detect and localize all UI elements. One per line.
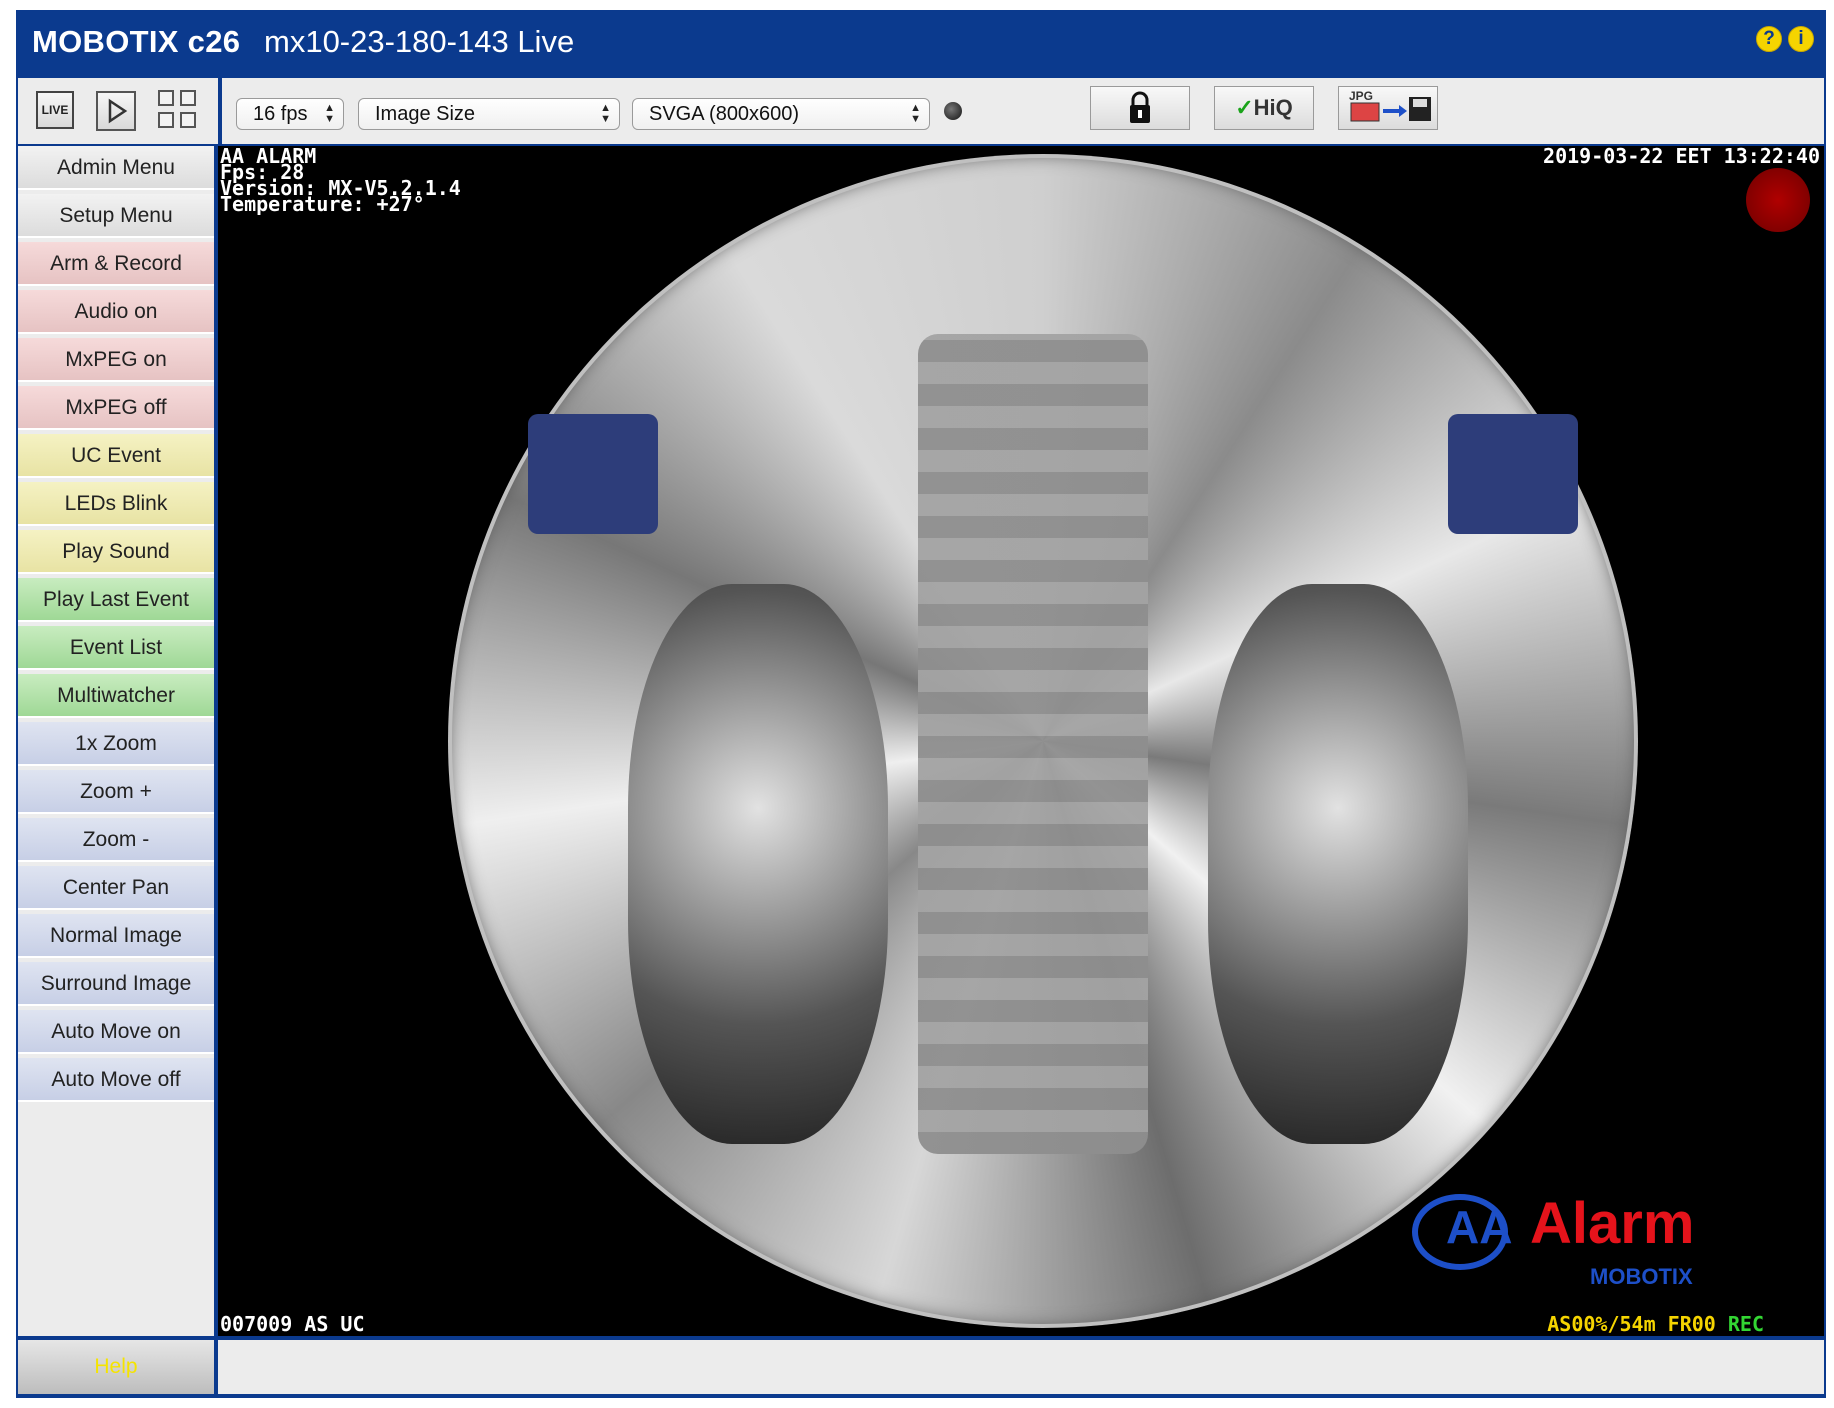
lock-icon xyxy=(1130,91,1150,123)
check-icon: ✓ xyxy=(1235,95,1254,120)
toolbar: LIVE 16 fps ▲ ▼ Image Size ▲ ▼ SVGA (800x6… xyxy=(18,78,1824,144)
sidebar-item-mxpeg-on[interactable]: MxPEG on xyxy=(18,338,214,382)
resolution-value: SVGA (800x600) xyxy=(649,103,800,125)
select-arrows-icon: ▲ ▼ xyxy=(600,102,611,125)
sidebar-menu: Admin Menu Setup Menu Arm & Record Audio… xyxy=(18,146,214,1336)
sidebar-item-play-sound[interactable]: Play Sound xyxy=(18,530,214,574)
resolution-select[interactable]: SVGA (800x600) ▲ ▼ xyxy=(632,98,930,130)
osd-storage-text: AS00%/54m FR00 xyxy=(1547,1312,1728,1336)
sidebar-item-auto-move-off[interactable]: Auto Move off xyxy=(18,1058,214,1102)
image-size-value: Image Size xyxy=(375,103,476,125)
osd-event-code: 007009 AS UC xyxy=(220,1312,365,1336)
grid-icon xyxy=(180,112,196,128)
sidebar-item-surround-image[interactable]: Surround Image xyxy=(18,962,214,1006)
sidebar-item-normal-image[interactable]: Normal Image xyxy=(18,914,214,958)
camera-window: MOBOTIX c26 mx10-23-180-143 Live ? i LIV… xyxy=(16,10,1826,1398)
sidebar-item-zoom-in[interactable]: Zoom + xyxy=(18,770,214,814)
osd-rec-label: REC xyxy=(1727,1312,1764,1336)
hiq-label: HiQ xyxy=(1253,95,1293,120)
save-jpg-button[interactable]: JPG xyxy=(1338,86,1438,130)
logo-word: Alarm xyxy=(1530,1191,1695,1256)
sidebar-item-leds-blink[interactable]: LEDs Blink xyxy=(18,482,214,526)
osd-info: AA ALARM Fps: 28 Version: MX-V5.2.1.4 Te… xyxy=(220,146,461,216)
live-video-view[interactable]: AA ALARM Fps: 28 Version: MX-V5.2.1.4 Te… xyxy=(218,146,1824,1336)
player-button[interactable] xyxy=(96,91,136,131)
lock-button[interactable] xyxy=(1090,86,1190,130)
fisheye-image xyxy=(448,154,1638,1328)
sidebar-item-arm-record[interactable]: Arm & Record xyxy=(18,242,214,286)
aa-alarm-logo: AA Alarm MOBOTIX xyxy=(1412,1188,1712,1298)
sidebar-item-mxpeg-off[interactable]: MxPEG off xyxy=(18,386,214,430)
left-control-panel xyxy=(528,414,658,534)
status-dot-icon xyxy=(944,102,962,120)
fps-select[interactable]: 16 fps ▲ ▼ xyxy=(236,98,344,130)
logo-mark: AA xyxy=(1446,1201,1513,1253)
live-view-button[interactable]: LIVE xyxy=(36,91,74,129)
osd-storage-status: AS00%/54m FR00 REC xyxy=(1547,1314,1764,1334)
view-mode-group: LIVE xyxy=(18,78,222,144)
sidebar-item-uc-event[interactable]: UC Event xyxy=(18,434,214,478)
title-bar: MOBOTIX c26 mx10-23-180-143 Live ? i xyxy=(16,10,1826,76)
osd-timestamp: 2019-03-22 EET 13:22:40 xyxy=(1543,146,1820,168)
right-engine xyxy=(1208,584,1468,1144)
grid-icon xyxy=(158,112,174,128)
image-size-select[interactable]: Image Size ▲ ▼ xyxy=(358,98,620,130)
hiq-button[interactable]: ✓HiQ xyxy=(1214,86,1314,130)
multiview-button[interactable] xyxy=(158,90,200,132)
play-icon xyxy=(108,98,128,124)
recording-indicator-icon xyxy=(1746,168,1810,232)
logo-sub: MOBOTIX xyxy=(1590,1264,1693,1289)
brand-title: MOBOTIX c26 xyxy=(32,24,241,59)
help-icon[interactable]: ? xyxy=(1756,26,1782,52)
select-arrows-icon: ▲ ▼ xyxy=(324,102,335,125)
engine-room-floor xyxy=(918,334,1148,1154)
sidebar-item-zoom-out[interactable]: Zoom - xyxy=(18,818,214,862)
sidebar-item-audio-on[interactable]: Audio on xyxy=(18,290,214,334)
sidebar-item-1x-zoom[interactable]: 1x Zoom xyxy=(18,722,214,766)
sidebar-item-event-list[interactable]: Event List xyxy=(18,626,214,670)
sidebar-item-multiwatcher[interactable]: Multiwatcher xyxy=(18,674,214,718)
sidebar-item-auto-move-on[interactable]: Auto Move on xyxy=(18,1010,214,1054)
sidebar-item-setup-menu[interactable]: Setup Menu xyxy=(18,194,214,238)
help-button[interactable]: Help xyxy=(18,1340,214,1394)
fps-value: 16 fps xyxy=(253,103,308,125)
select-arrows-icon: ▲ ▼ xyxy=(910,102,921,125)
sidebar-item-center-pan[interactable]: Center Pan xyxy=(18,866,214,910)
grid-icon xyxy=(158,90,174,106)
right-control-panel xyxy=(1448,414,1578,534)
info-icon[interactable]: i xyxy=(1788,26,1814,52)
jpg-label: JPG xyxy=(1349,89,1374,103)
camera-name: mx10-23-180-143 Live xyxy=(264,24,575,59)
grid-icon xyxy=(180,90,196,106)
left-engine xyxy=(628,584,888,1144)
sidebar-item-play-last-event[interactable]: Play Last Event xyxy=(18,578,214,622)
sidebar-item-admin-menu[interactable]: Admin Menu xyxy=(18,146,214,190)
status-bar xyxy=(218,1340,1824,1394)
